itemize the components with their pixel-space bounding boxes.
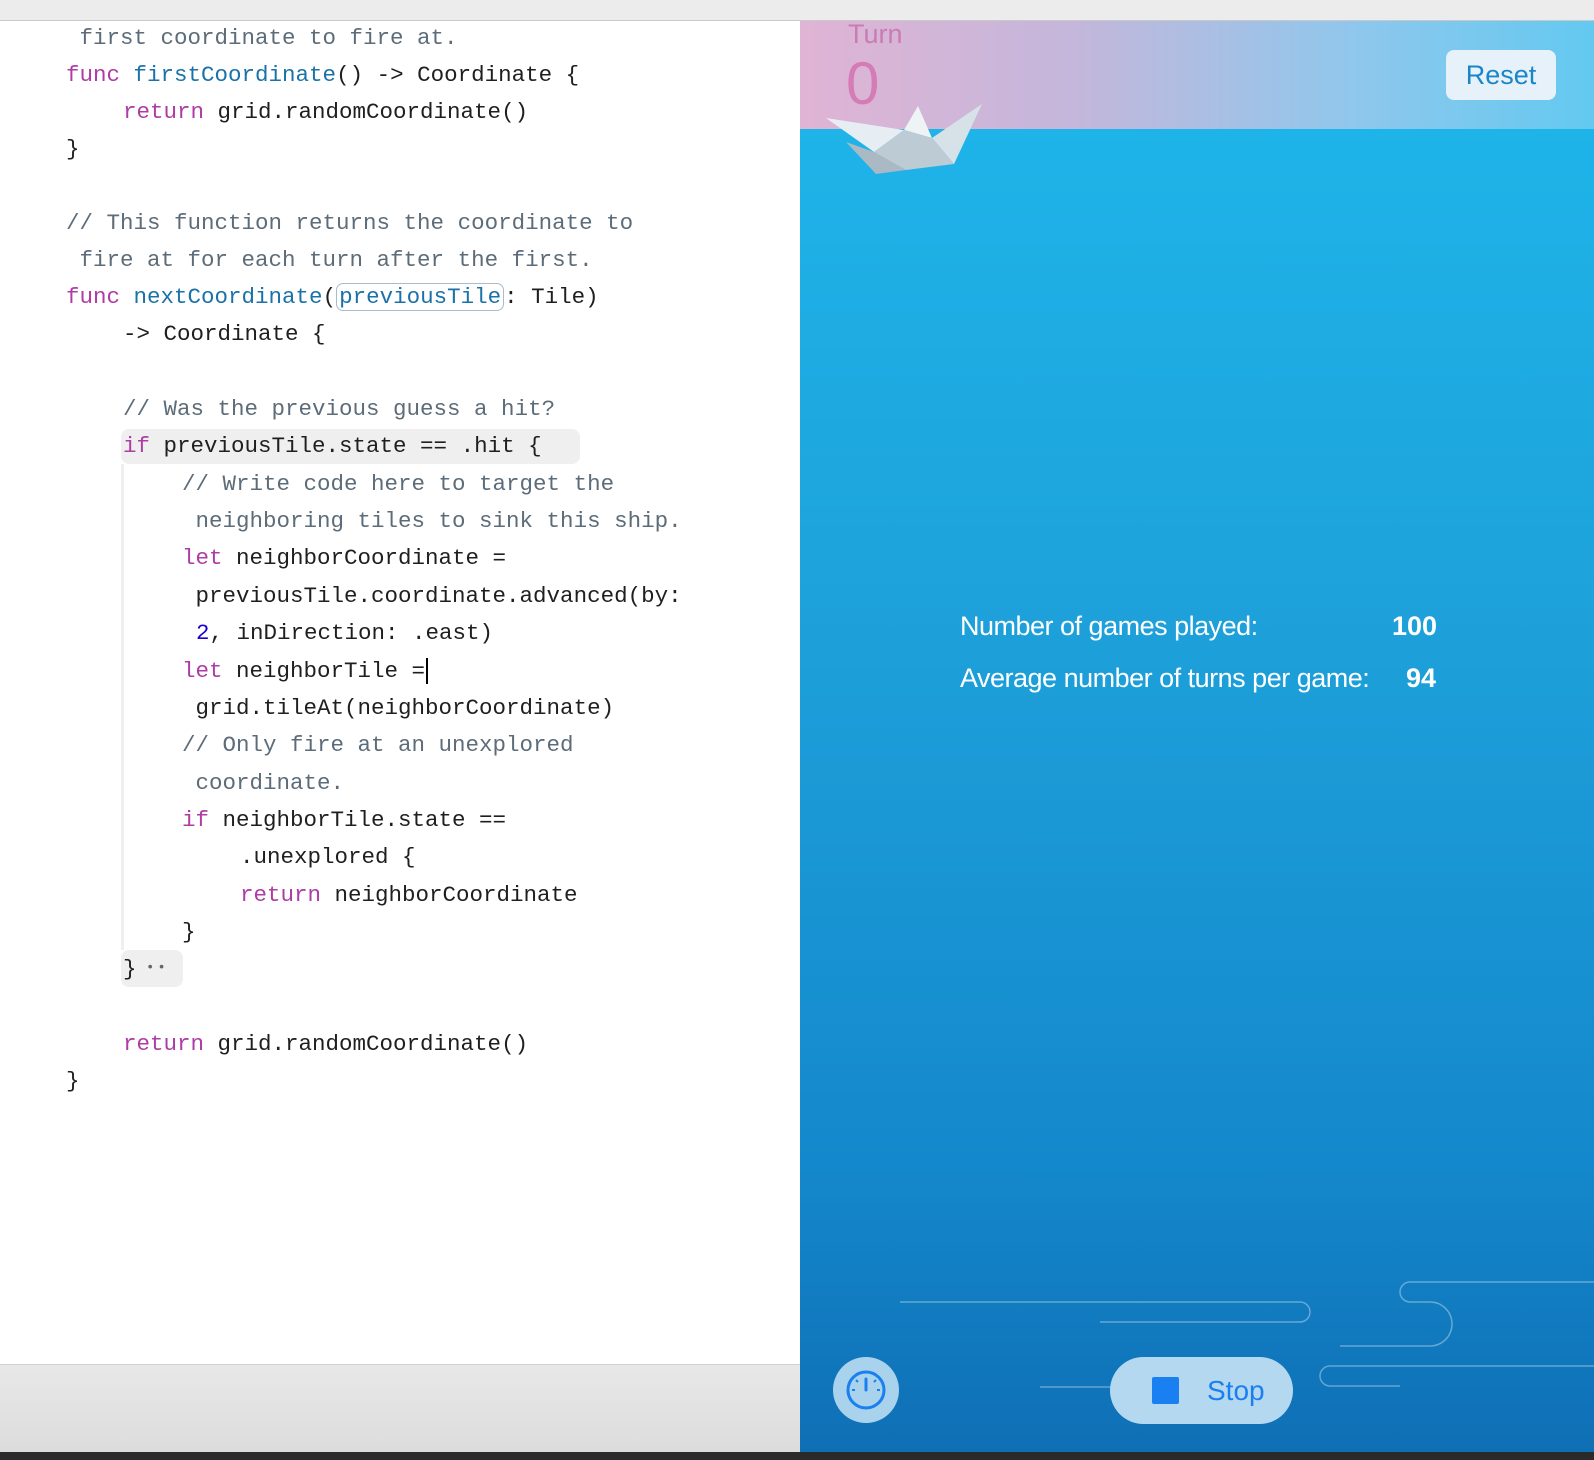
stop-icon bbox=[1152, 1377, 1179, 1404]
code-comment: first coordinate to fire at. bbox=[66, 25, 458, 51]
speed-button[interactable] bbox=[833, 1357, 899, 1423]
parameter-token[interactable]: previousTile bbox=[336, 283, 505, 311]
code-comment: neighboring tiles to sink this ship. bbox=[182, 508, 682, 534]
code-line: } bbox=[66, 136, 80, 162]
code-comment: // Write code here to target the bbox=[182, 471, 615, 497]
code-editor[interactable]: first coordinate to fire at. func firstC… bbox=[0, 21, 800, 1364]
code-line: 2, inDirection: .east) bbox=[196, 620, 494, 646]
code-line: func nextCoordinate(previousTile: Tile) bbox=[66, 283, 599, 311]
stop-button[interactable]: Stop bbox=[1110, 1357, 1293, 1424]
games-played-value: 100 bbox=[1392, 611, 1438, 641]
code-line: -> Coordinate { bbox=[123, 321, 326, 347]
turn-label: Turn bbox=[848, 21, 903, 49]
code-line: return neighborCoordinate bbox=[240, 882, 578, 908]
code-comment: // This function returns the coordinate … bbox=[66, 210, 634, 236]
live-view[interactable]: Turn 0 Reset Number of games played: 100… bbox=[800, 21, 1594, 1452]
code-line: if neighborTile.state == bbox=[182, 807, 507, 833]
code-line: return grid.randomCoordinate() bbox=[123, 1031, 529, 1057]
code-comment: fire at for each turn after the first. bbox=[66, 247, 593, 273]
code-line: if previousTile.state == .hit { bbox=[123, 433, 542, 459]
speedometer-icon bbox=[846, 1370, 886, 1410]
avg-turns-value: 94 bbox=[1406, 663, 1437, 693]
window-top-bar bbox=[0, 0, 1594, 21]
code-line: func firstCoordinate() -> Coordinate { bbox=[66, 62, 580, 88]
code-line: } bbox=[66, 1068, 80, 1094]
code-line: .unexplored { bbox=[240, 844, 416, 870]
code-comment: coordinate. bbox=[182, 770, 345, 796]
code-comment: // Only fire at an unexplored bbox=[182, 732, 574, 758]
stop-label: Stop bbox=[1207, 1374, 1265, 1406]
wave-decorations bbox=[900, 21, 1594, 1388]
code-line: previousTile.coordinate.advanced(by: bbox=[182, 583, 682, 609]
editor-footer bbox=[0, 1364, 800, 1453]
code-line: return grid.randomCoordinate() bbox=[123, 99, 529, 125]
bottom-edge bbox=[0, 1452, 1594, 1460]
code-line: grid.tileAt(neighborCoordinate) bbox=[182, 695, 615, 721]
code-comment: // Was the previous guess a hit? bbox=[123, 396, 556, 422]
code-line: let neighborTile = bbox=[182, 656, 429, 686]
avg-turns-label: Average number of turns per game: bbox=[960, 663, 1370, 693]
code-line: } bbox=[123, 956, 137, 982]
code-line: } bbox=[182, 919, 196, 945]
reset-button[interactable]: Reset bbox=[1446, 50, 1556, 100]
games-played-label: Number of games played: bbox=[960, 611, 1258, 641]
collapsed-code-dots[interactable]: •• bbox=[146, 960, 169, 976]
text-cursor bbox=[426, 658, 429, 685]
code-line: let neighborCoordinate = bbox=[182, 545, 507, 571]
paper-boat-icon bbox=[826, 104, 982, 174]
